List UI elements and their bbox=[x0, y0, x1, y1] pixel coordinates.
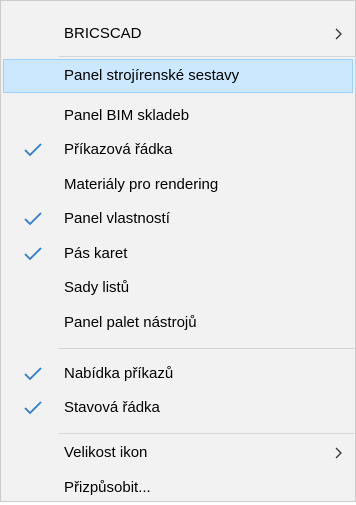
menu-item-label: BRICSCAD bbox=[64, 25, 142, 42]
chevron-right-icon bbox=[335, 447, 342, 459]
menu-item-label: Panel vlastností bbox=[64, 210, 170, 227]
menu-item-panel-vlastnosti[interactable]: Panel vlastností bbox=[3, 202, 353, 236]
checkmark-icon bbox=[24, 401, 42, 415]
menu-separator bbox=[59, 56, 355, 57]
menu-item-panel-strojirenske-sestavy[interactable]: Panel strojírenské sestavy bbox=[3, 59, 353, 93]
checkmark-icon bbox=[24, 143, 42, 157]
context-menu: BRICSCAD Panel strojírenské sestavy Pane… bbox=[0, 0, 356, 502]
menu-item-panel-palet-nastroju[interactable]: Panel palet nástrojů bbox=[3, 306, 353, 340]
menu-item-label: Velikost ikon bbox=[64, 444, 148, 461]
menu-item-label: Pás karet bbox=[64, 245, 128, 262]
menu-item-label: Stavová řádka bbox=[64, 399, 160, 416]
menu-separator bbox=[59, 348, 355, 349]
menu-item-label: Materiály pro rendering bbox=[64, 176, 219, 193]
menu-item-stavova-radka[interactable]: Stavová řádka bbox=[3, 391, 353, 425]
menu-item-prizpusobit[interactable]: Přizpůsobit... bbox=[3, 471, 353, 505]
menu-item-bricscad[interactable]: BRICSCAD bbox=[3, 17, 353, 51]
menu-item-panel-bim-skladeb[interactable]: Panel BIM skladeb bbox=[3, 99, 353, 133]
checkmark-icon bbox=[24, 367, 42, 381]
menu-item-prikazova-radka[interactable]: Příkazová řádka bbox=[3, 133, 353, 167]
menu-item-label: Panel strojírenské sestavy bbox=[64, 67, 240, 84]
menu-item-label: Panel BIM skladeb bbox=[64, 107, 190, 124]
chevron-right-icon bbox=[335, 28, 342, 40]
menu-item-label: Přizpůsobit... bbox=[64, 479, 151, 496]
menu-item-nabidka-prikazu[interactable]: Nabídka příkazů bbox=[3, 357, 353, 391]
menu-item-materialy-pro-rendering[interactable]: Materiály pro rendering bbox=[3, 168, 353, 202]
menu-item-label: Sady listů bbox=[64, 279, 130, 296]
menu-item-pas-karet[interactable]: Pás karet bbox=[3, 237, 353, 271]
menu-item-label: Nabídka příkazů bbox=[64, 365, 174, 382]
checkmark-icon bbox=[24, 212, 42, 226]
checkmark-icon bbox=[24, 247, 42, 261]
menu-item-label: Příkazová řádka bbox=[64, 141, 173, 158]
menu-item-sady-listu[interactable]: Sady listů bbox=[3, 271, 353, 305]
menu-item-velikost-ikon[interactable]: Velikost ikon bbox=[3, 436, 353, 470]
menu-separator bbox=[59, 433, 355, 434]
menu-item-label: Panel palet nástrojů bbox=[64, 314, 197, 331]
